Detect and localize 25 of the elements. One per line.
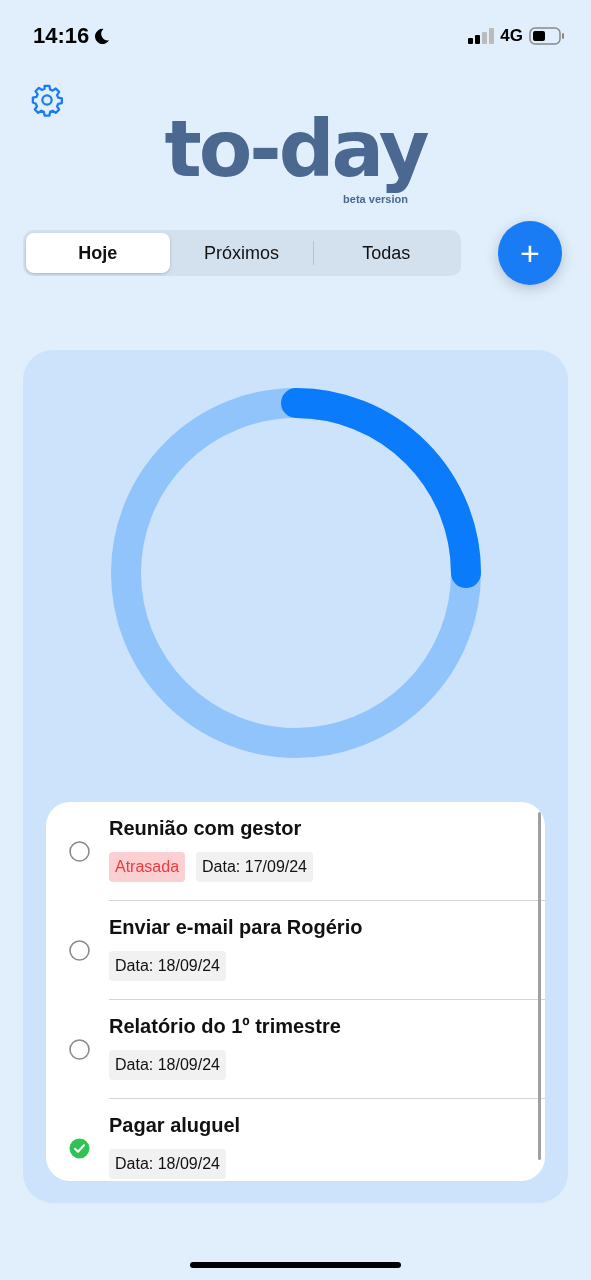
task-title: Relatório do 1º trimestre bbox=[109, 1015, 341, 1038]
moon-icon bbox=[92, 26, 112, 46]
battery-icon bbox=[529, 27, 565, 45]
beta-label: beta version bbox=[343, 193, 408, 205]
date-tag: Data: 18/09/24 bbox=[109, 1149, 226, 1179]
checkbox[interactable] bbox=[69, 940, 90, 961]
status-time: 14:16 bbox=[33, 23, 90, 49]
date-tag: Data: 18/09/24 bbox=[109, 1050, 226, 1080]
task-title: Pagar aluguel bbox=[109, 1114, 241, 1137]
date-tag: Data: 17/09/24 bbox=[196, 852, 313, 882]
signal-icon bbox=[468, 28, 495, 44]
task-title: Reunião com gestor bbox=[109, 817, 302, 840]
checkbox[interactable] bbox=[69, 1039, 90, 1060]
date-tag: Data: 18/09/24 bbox=[109, 951, 226, 981]
tab[interactable]: Hoje bbox=[26, 233, 170, 273]
network-label: 4G bbox=[500, 26, 523, 46]
tab[interactable]: Próximos bbox=[169, 233, 314, 273]
checked-checkbox[interactable] bbox=[69, 1138, 90, 1159]
checkbox[interactable] bbox=[69, 841, 90, 862]
tab[interactable]: Todas bbox=[314, 233, 458, 273]
add-button[interactable]: + bbox=[498, 221, 562, 285]
app-logo: to-day bbox=[164, 103, 427, 195]
overdue-badge: Atrasada bbox=[109, 852, 186, 882]
settings-icon[interactable] bbox=[30, 83, 64, 117]
task-title: Enviar e-mail para Rogério bbox=[109, 916, 363, 939]
